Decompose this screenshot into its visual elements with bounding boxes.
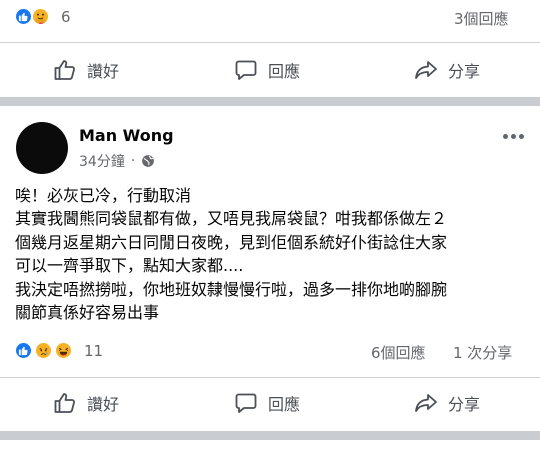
post-line: 其實我閪熊同袋鼠都有做，又唔見我屌袋鼠？咁我都係做左２	[15, 209, 448, 229]
like-reaction-icon	[14, 341, 33, 360]
reaction-count[interactable]: 11	[84, 342, 103, 360]
more-icon[interactable]	[503, 134, 524, 139]
post-separator	[0, 431, 540, 440]
avatar[interactable]	[16, 122, 68, 174]
more-dot	[519, 134, 524, 139]
like-reaction-icon	[14, 7, 33, 26]
comment-count[interactable]: 6個回應	[371, 342, 426, 363]
post-body: 唉！必灰已冷，行動取消 其實我閪熊同袋鼠都有做，又唔見我屌袋鼠？咁我都係做左２ …	[15, 184, 530, 324]
author-name[interactable]: Man Wong	[79, 126, 174, 145]
divider	[0, 42, 540, 43]
share-label: 分享	[448, 62, 481, 81]
post-timestamp[interactable]: 34分鐘 ·	[79, 151, 155, 171]
like-button[interactable]: 讚好	[53, 391, 119, 415]
sad-reaction-icon	[34, 341, 53, 360]
comment-button[interactable]: 回應	[234, 391, 300, 415]
comment-icon	[235, 393, 257, 413]
share-count[interactable]: 1 次分享	[453, 342, 512, 363]
share-button[interactable]: 分享	[414, 58, 480, 82]
more-dot	[503, 134, 508, 139]
globe-icon	[142, 155, 155, 167]
post-separator	[0, 97, 540, 106]
time-text: 34分鐘	[79, 154, 125, 170]
more-dot	[511, 134, 516, 139]
time-separator: ·	[130, 153, 136, 169]
like-label: 讚好	[87, 62, 120, 81]
share-icon	[415, 394, 437, 412]
like-button[interactable]: 讚好	[53, 58, 119, 82]
reaction-count[interactable]: 6	[61, 8, 71, 26]
haha-reaction-icon	[54, 341, 73, 360]
like-label: 讚好	[87, 395, 120, 414]
comment-icon	[235, 60, 257, 80]
post-line: 我決定唔撚撈啦，你地班奴隸慢慢行啦，過多一排你地啲腳腕	[15, 279, 448, 299]
post-line: 唉！必灰已冷，行動取消	[15, 186, 192, 205]
comment-label: 回應	[268, 395, 301, 414]
comment-button[interactable]: 回應	[234, 58, 300, 82]
share-button[interactable]: 分享	[414, 391, 480, 415]
post-line: 關節真係好容易出事	[15, 303, 160, 323]
comment-label: 回應	[268, 62, 301, 81]
thumbs-up-icon	[54, 60, 75, 80]
share-icon	[415, 61, 437, 79]
post-line: 可以一齊爭取下，點知大家都....	[15, 256, 244, 276]
post-line: 個幾月返星期六日同閒日夜晚，見到佢個系統好仆街諗住大家	[15, 232, 448, 252]
care-reaction-icon	[31, 7, 50, 26]
divider	[0, 377, 540, 378]
thumbs-up-icon	[54, 393, 75, 413]
comment-count[interactable]: 3個回應	[454, 8, 509, 29]
share-label: 分享	[448, 395, 481, 414]
